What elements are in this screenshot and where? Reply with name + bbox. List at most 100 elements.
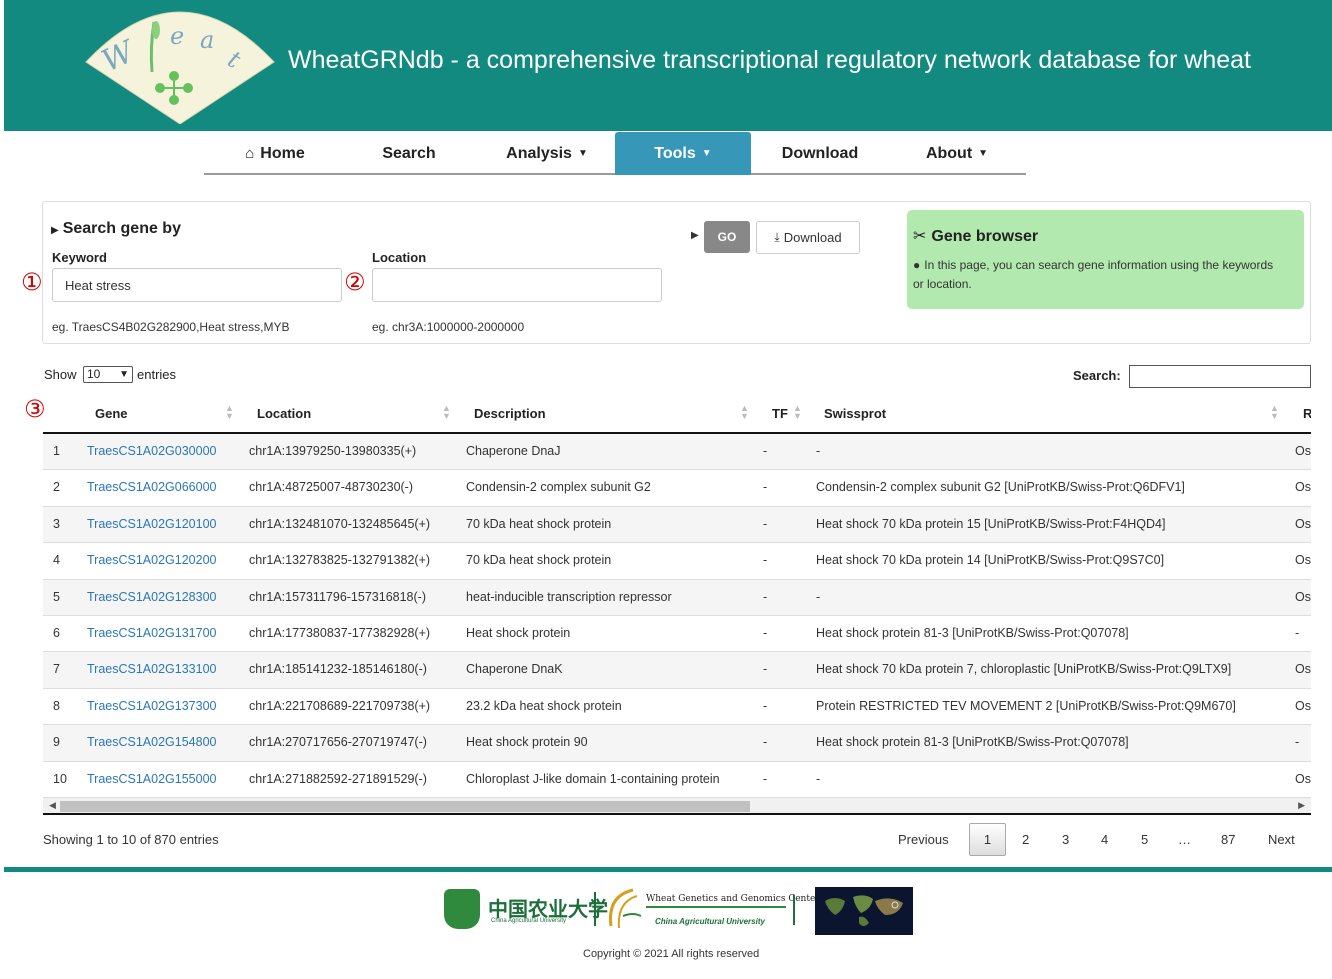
location-cell: chr1A:157311796-157316818(-)	[249, 589, 426, 604]
download-button[interactable]: ⤓ Download	[756, 221, 860, 254]
gene-link[interactable]: TraesCS1A02G066000	[87, 480, 216, 494]
sort-icon[interactable]: ▲ ▼	[793, 404, 802, 421]
world-map-logo	[815, 887, 913, 935]
r-cell: Os	[1295, 698, 1311, 713]
col-tf[interactable]: TF	[772, 406, 788, 421]
row-number: 7	[53, 662, 60, 677]
gene-link[interactable]: TraesCS1A02G120100	[87, 517, 216, 531]
entries-label: entries	[137, 367, 177, 382]
gene-link[interactable]: TraesCS1A02G137300	[87, 699, 216, 713]
keyword-label: Keyword	[52, 250, 107, 265]
home-icon: ⌂	[245, 145, 255, 162]
description-cell: Chloroplast J-like domain 1-containing p…	[466, 771, 720, 786]
page-1-button[interactable]: 1	[969, 823, 1006, 856]
r-cell: Os	[1295, 480, 1311, 495]
table-row: 8 TraesCS1A02G137300 chr1A:221708689-22170…	[43, 689, 1311, 726]
location-cell: chr1A:13979250-13980335(+)	[249, 444, 417, 458]
gene-link[interactable]: TraesCS1A02G120200	[87, 553, 216, 567]
sort-icon[interactable]: ▲ ▼	[442, 404, 451, 421]
comment-icon: ●	[913, 258, 921, 272]
swissprot-cell: Heat shock protein 81-3 [UniProtKB/Swiss…	[816, 626, 1129, 640]
footer-divider	[4, 867, 1332, 872]
swissprot-cell: Heat shock 70 kDa protein 15 [UniProtKB/…	[816, 516, 1166, 531]
col-swissprot[interactable]: Swissprot	[824, 406, 886, 421]
tf-cell: -	[763, 444, 768, 458]
gene-link[interactable]: TraesCS1A02G133100	[87, 662, 216, 676]
scrollbar-thumb[interactable]	[60, 801, 750, 812]
tf-cell: -	[763, 735, 768, 750]
table-header: Gene ▲ ▼ Location ▲ ▼ Description ▲ ▼ TF ▲ ▼…	[43, 396, 1311, 434]
location-cell: chr1A:221708689-221709738(+)	[249, 698, 431, 713]
nav-about[interactable]: About ▼	[904, 132, 1010, 175]
page-4-button[interactable]: 4	[1101, 832, 1108, 847]
main-nav: ⌂ Home Search Analysis ▼ Tools ▼ Download …	[204, 132, 1026, 175]
row-number: 3	[53, 516, 60, 531]
sort-icon[interactable]: ▲ ▼	[225, 404, 234, 421]
swissprot-cell: Heat shock protein 81-3 [UniProtKB/Swiss…	[816, 735, 1129, 750]
wggc-sub: China Agricultural University	[655, 917, 765, 926]
description-cell: heat-inducible transcription repressor	[466, 589, 672, 604]
gene-link[interactable]: TraesCS1A02G128300	[87, 590, 216, 604]
chevron-down-icon: ▼	[119, 369, 129, 380]
nav-search[interactable]: Search	[354, 132, 464, 175]
col-r[interactable]: R	[1303, 406, 1311, 421]
location-cell: chr1A:48725007-48730230(-)	[249, 480, 414, 495]
nav-home[interactable]: ⌂ Home	[220, 132, 330, 175]
sort-icon[interactable]: ▲ ▼	[740, 404, 749, 421]
col-description[interactable]: Description	[474, 406, 546, 421]
swissprot-cell: Heat shock 70 kDa protein 14 [UniProtKB/…	[816, 553, 1165, 568]
description-cell: 23.2 kDa heat shock protein	[466, 698, 622, 713]
location-cell: chr1A:270717656-270719747(-)	[249, 735, 427, 750]
next-button[interactable]: Next	[1268, 832, 1295, 847]
copyright-text: Copyright © 2021 All rights reserved	[583, 948, 760, 960]
r-cell: Os	[1295, 771, 1311, 786]
table-row: 4 TraesCS1A02G120200 chr1A:132783825-13279…	[43, 543, 1311, 580]
marker-2: ②	[344, 269, 366, 296]
page-87-button[interactable]: 87	[1221, 832, 1235, 847]
download-icon: ⤓	[774, 230, 780, 244]
scroll-right-icon[interactable]: ▶	[1298, 800, 1305, 811]
nav-tools[interactable]: Tools ▼	[615, 132, 751, 175]
row-number: 2	[53, 480, 60, 495]
page-ellipsis: …	[1178, 832, 1191, 847]
site-header: W e a t WheatGRNdb - a comprehensive tra…	[4, 0, 1332, 131]
previous-button[interactable]: Previous	[898, 832, 949, 847]
location-cell: chr1A:132481070-132485645(+)	[249, 516, 431, 531]
swissprot-cell: -	[816, 444, 821, 458]
description-cell: Chaperone DnaJ	[466, 444, 561, 458]
nav-analysis[interactable]: Analysis ▼	[488, 132, 606, 175]
show-label: Show	[44, 367, 77, 382]
page-2-button[interactable]: 2	[1022, 832, 1029, 847]
location-hint: eg. chr3A:1000000-2000000	[372, 320, 525, 334]
gene-link[interactable]: TraesCS1A02G154800	[87, 735, 216, 749]
page-3-button[interactable]: 3	[1062, 832, 1069, 847]
table-row: 2 TraesCS1A02G066000 chr1A:48725007-487302…	[43, 470, 1311, 507]
gene-link[interactable]: TraesCS1A02G155000	[87, 772, 216, 786]
table-search-input[interactable]	[1129, 365, 1311, 388]
wggc-logo	[608, 888, 642, 929]
footer-separator	[594, 892, 596, 926]
tf-cell: -	[763, 553, 768, 568]
go-button[interactable]: GO	[704, 221, 750, 253]
r-cell: Os	[1295, 553, 1311, 568]
keyword-input[interactable]	[52, 268, 342, 302]
col-location[interactable]: Location	[257, 406, 311, 421]
location-input[interactable]	[372, 268, 662, 302]
wheat-logo[interactable]: W e a t	[80, 2, 280, 124]
search-panel-title[interactable]: ▶ Search gene by	[51, 220, 181, 238]
nav-download[interactable]: Download	[760, 132, 880, 175]
entries-select[interactable]: 10 ▼	[83, 366, 133, 383]
gene-browser-box: ✂ Gene browser ● In this page, you can sea…	[907, 210, 1304, 309]
col-gene[interactable]: Gene	[95, 406, 128, 421]
swissprot-cell: -	[816, 771, 821, 786]
page-5-button[interactable]: 5	[1141, 832, 1148, 847]
horizontal-scrollbar[interactable]: ◀ ▶	[43, 798, 1311, 815]
gene-link[interactable]: TraesCS1A02G030000	[87, 444, 216, 458]
scroll-left-icon[interactable]: ◀	[49, 800, 56, 811]
footer-separator	[793, 895, 795, 925]
sort-icon[interactable]: ▲ ▼	[1270, 404, 1279, 421]
swissprot-cell: -	[816, 589, 821, 604]
gene-link[interactable]: TraesCS1A02G131700	[87, 626, 216, 640]
gene-browser-text: ● In this page, you can search gene infor…	[913, 258, 1274, 291]
svg-text:e: e	[170, 22, 184, 50]
